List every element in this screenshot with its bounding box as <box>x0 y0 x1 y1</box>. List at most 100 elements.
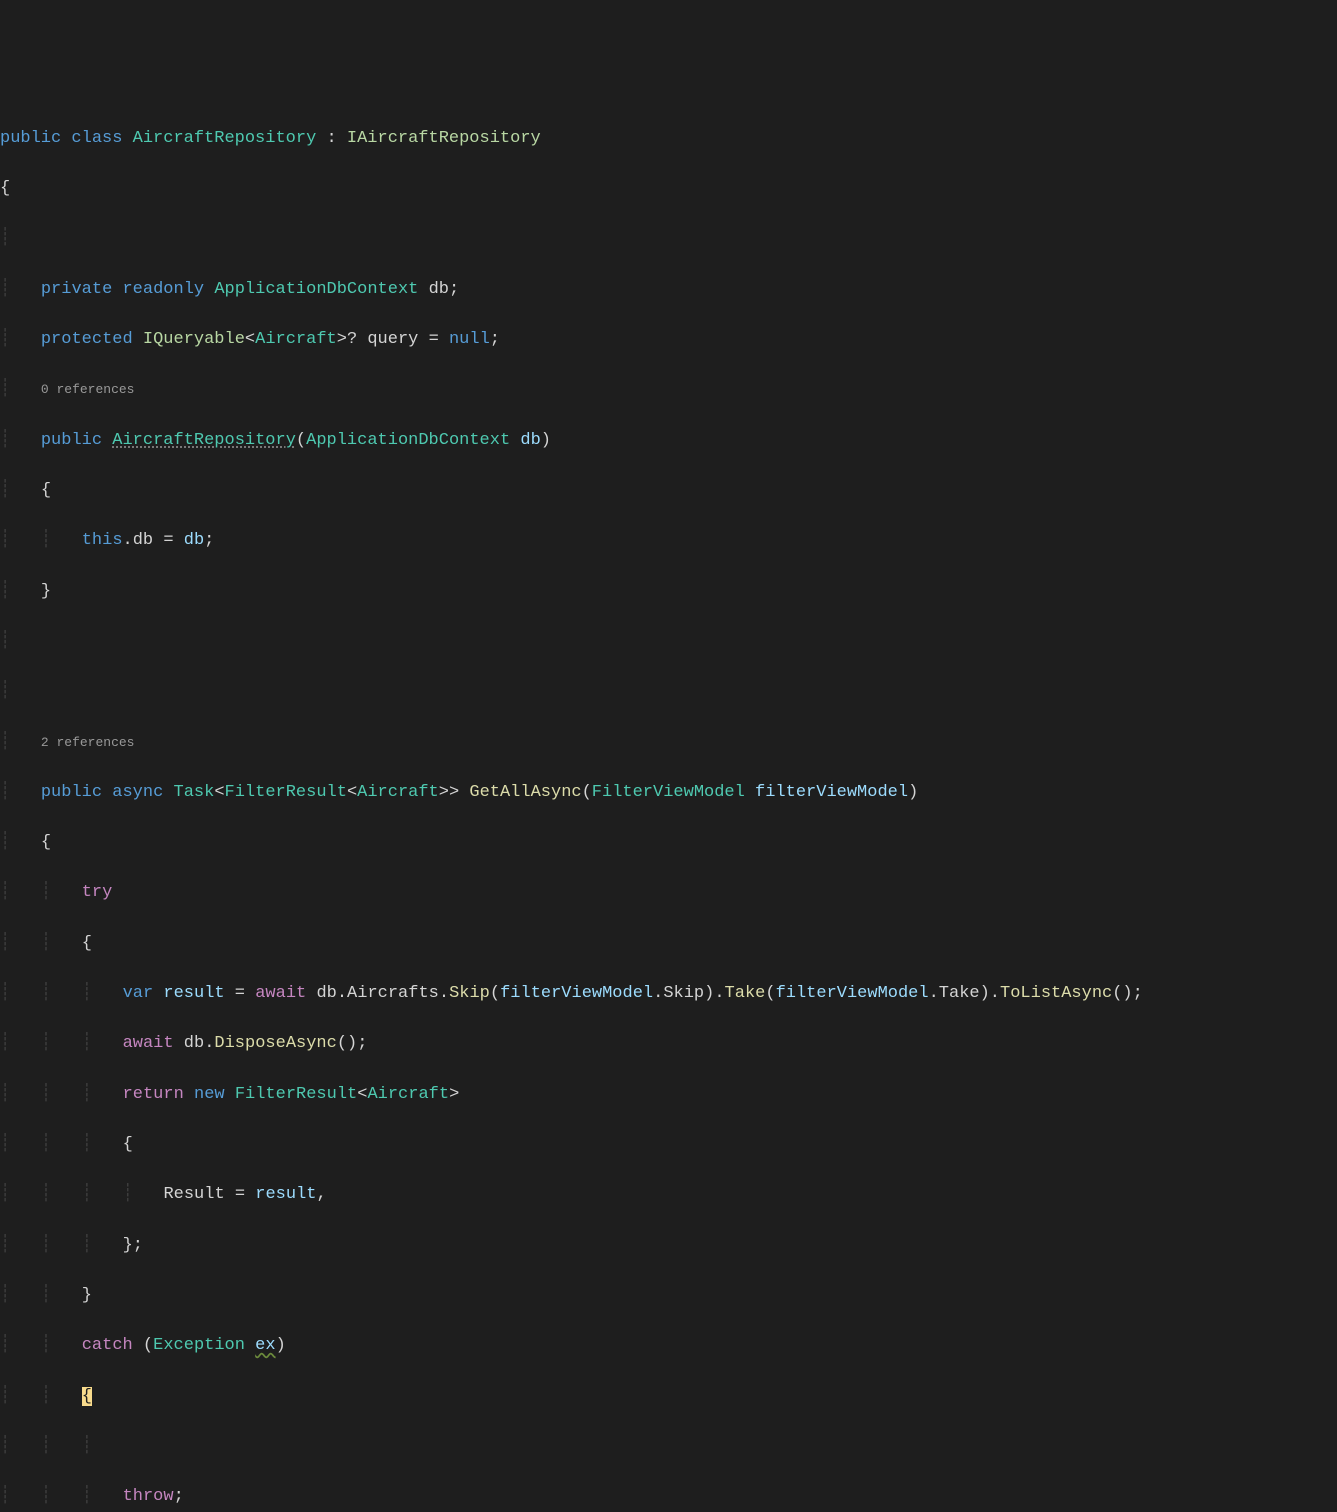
punctuation: : <box>316 129 347 148</box>
cursor-snippet-placeholder[interactable]: { <box>82 1387 92 1406</box>
code-line[interactable]: ┊ public async Task<FilterResult<Aircraf… <box>0 780 1337 805</box>
code-line[interactable]: ┊ ┊ ┊ }; <box>0 1233 1337 1258</box>
punctuation: . <box>653 984 663 1003</box>
code-line[interactable]: ┊ <box>0 629 1337 654</box>
indent-guide: ┊ <box>0 682 10 701</box>
indent-guide: ┊ <box>0 1387 10 1406</box>
brace: { <box>82 934 92 953</box>
code-line[interactable]: ┊ ┊ try <box>0 880 1337 905</box>
code-line[interactable]: ┊ { <box>0 830 1337 855</box>
punctuation: ( <box>296 431 306 450</box>
code-line[interactable]: ┊ <box>0 679 1337 704</box>
code-line[interactable]: ┊ ┊ catch (Exception ex) <box>0 1333 1337 1358</box>
keyword: return <box>123 1085 184 1104</box>
punctuation: ; <box>449 280 459 299</box>
punctuation: . <box>123 531 133 550</box>
code-line[interactable]: ┊ } <box>0 579 1337 604</box>
codelens-references[interactable]: 2 references <box>41 735 135 750</box>
indent-guide: ┊ <box>0 1185 10 1204</box>
punctuation: = <box>418 330 449 349</box>
keyword: try <box>82 883 113 902</box>
type-identifier: ApplicationDbContext <box>306 431 510 450</box>
keyword: public <box>0 129 61 148</box>
indent-guide: ┊ <box>0 1286 10 1305</box>
brace: { <box>41 833 51 852</box>
indent-guide: ┊ <box>0 531 10 550</box>
code-line[interactable]: ┊ ┊ ┊ var result = await db.Aircrafts.Sk… <box>0 981 1337 1006</box>
indent-guide: ┊ <box>41 1085 51 1104</box>
parameter: db <box>184 531 204 550</box>
code-line[interactable]: ┊ { <box>0 478 1337 503</box>
indent-guide: ┊ <box>82 1185 92 1204</box>
indent-guide: ┊ <box>0 833 10 852</box>
keyword: class <box>71 129 122 148</box>
code-editor[interactable]: public class AircraftRepository : IAircr… <box>0 101 1337 1512</box>
constructor-name: AircraftRepository <box>112 431 296 450</box>
brace: }; <box>123 1236 143 1255</box>
punctuation: ( <box>490 984 500 1003</box>
property: Result <box>163 1185 224 1204</box>
indent-guide: ┊ <box>123 1185 133 1204</box>
indent-guide: ┊ <box>0 330 10 349</box>
brace: { <box>41 481 51 500</box>
indent-guide: ┊ <box>41 1185 51 1204</box>
class-identifier: AircraftRepository <box>133 129 317 148</box>
method-identifier: GetAllAsync <box>469 783 581 802</box>
indent-guide: ┊ <box>0 733 10 752</box>
method-call: ToListAsync <box>1000 984 1112 1003</box>
code-line[interactable]: ┊ ┊ ┊ await db.DisposeAsync(); <box>0 1031 1337 1056</box>
code-line[interactable]: { <box>0 176 1337 201</box>
code-line[interactable]: ┊ ┊ } <box>0 1283 1337 1308</box>
punctuation: ) <box>541 431 551 450</box>
indent-guide: ┊ <box>0 431 10 450</box>
codelens-references[interactable]: 0 references <box>41 382 135 397</box>
indent-guide: ┊ <box>41 1336 51 1355</box>
punctuation: ). <box>704 984 724 1003</box>
field-identifier: db <box>133 531 153 550</box>
code-line[interactable]: ┊ ┊ ┊ <box>0 1434 1337 1459</box>
punctuation: . <box>439 984 449 1003</box>
punctuation: ( <box>133 1336 153 1355</box>
indent-guide: ┊ <box>41 1034 51 1053</box>
property: Skip <box>663 984 704 1003</box>
code-line[interactable]: ┊ ┊ ┊ return new FilterResult<Aircraft> <box>0 1082 1337 1107</box>
codelens-line[interactable]: ┊ 0 references <box>0 377 1337 402</box>
code-line[interactable]: ┊ <box>0 226 1337 251</box>
code-line[interactable]: public class AircraftRepository : IAircr… <box>0 126 1337 151</box>
indent-guide: ┊ <box>0 280 10 299</box>
keyword: private <box>41 280 112 299</box>
code-line[interactable]: ┊ private readonly ApplicationDbContext … <box>0 277 1337 302</box>
punctuation: ; <box>490 330 500 349</box>
code-line[interactable]: ┊ ┊ ┊ throw; <box>0 1484 1337 1509</box>
indent-guide: ┊ <box>82 1135 92 1154</box>
keyword: new <box>194 1085 225 1104</box>
brace: { <box>123 1135 133 1154</box>
parameter: filterViewModel <box>755 783 908 802</box>
code-line[interactable]: ┊ ┊ ┊ ┊ Result = result, <box>0 1182 1337 1207</box>
code-line[interactable]: ┊ ┊ this.db = db; <box>0 528 1337 553</box>
indent-guide: ┊ <box>0 1034 10 1053</box>
punctuation: = <box>225 1185 256 1204</box>
interface-identifier: IAircraftRepository <box>347 129 541 148</box>
code-line[interactable]: ┊ protected IQueryable<Aircraft>? query … <box>0 327 1337 352</box>
indent-guide: ┊ <box>41 984 51 1003</box>
keyword: async <box>112 783 163 802</box>
keyword: this <box>82 531 123 550</box>
parameter: filterViewModel <box>500 984 653 1003</box>
punctuation: ) <box>908 783 918 802</box>
punctuation: = <box>225 984 256 1003</box>
code-line[interactable]: ┊ ┊ ┊ { <box>0 1132 1337 1157</box>
type-identifier: Task <box>174 783 215 802</box>
method-call: DisposeAsync <box>214 1034 336 1053</box>
type-identifier: FilterViewModel <box>592 783 745 802</box>
punctuation: ). <box>980 984 1000 1003</box>
codelens-line[interactable]: ┊ 2 references <box>0 730 1337 755</box>
punctuation: . <box>929 984 939 1003</box>
indent-guide: ┊ <box>41 1286 51 1305</box>
code-line[interactable]: ┊ ┊ { <box>0 931 1337 956</box>
type-identifier: Exception <box>153 1336 245 1355</box>
code-line[interactable]: ┊ public AircraftRepository(ApplicationD… <box>0 428 1337 453</box>
indent-guide: ┊ <box>41 1135 51 1154</box>
code-line[interactable]: ┊ ┊ { <box>0 1384 1337 1409</box>
punctuation: >> <box>439 783 459 802</box>
